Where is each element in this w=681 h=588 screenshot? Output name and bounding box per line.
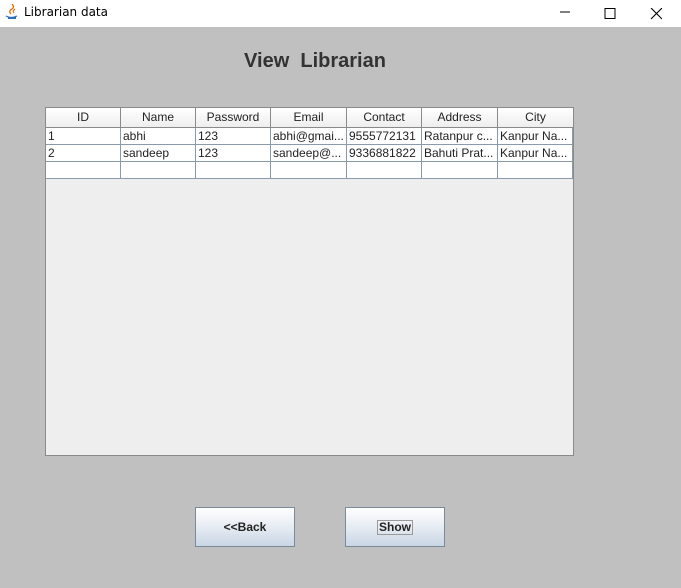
column-header-contact[interactable]: Contact [347, 108, 422, 127]
table-cell[interactable]: abhi [121, 128, 196, 144]
table-cell[interactable]: Kanpur Na... [498, 145, 573, 161]
table-cell[interactable]: sandeep@... [271, 145, 347, 161]
table-cell[interactable]: abhi@gmai... [271, 128, 347, 144]
column-header-id[interactable]: ID [46, 108, 121, 127]
close-button[interactable] [633, 0, 679, 27]
page-title: View Librarian [244, 50, 386, 72]
table-cell[interactable]: 123 [196, 145, 271, 161]
show-button[interactable]: Show [345, 507, 445, 547]
column-header-password[interactable]: Password [196, 108, 271, 127]
close-icon [650, 8, 662, 20]
table-cell[interactable]: Bahuti Prat... [422, 145, 498, 161]
column-header-city[interactable]: City [498, 108, 573, 127]
column-header-address[interactable]: Address [422, 108, 498, 127]
back-button-label: <<Back [223, 520, 267, 534]
maximize-icon [604, 8, 616, 19]
table-header: ID Name Password Email Contact Address C… [46, 108, 573, 128]
table-row[interactable]: 2 sandeep 123 sandeep@... 9336881822 Bah… [46, 145, 573, 162]
minimize-icon [560, 11, 570, 13]
show-button-label: Show [377, 519, 413, 535]
table-row[interactable]: 1 abhi 123 abhi@gmai... 9555772131 Ratan… [46, 128, 573, 145]
table-cell[interactable]: 1 [46, 128, 121, 144]
back-button[interactable]: <<Back [195, 507, 295, 547]
window-title: Librarian data [24, 5, 108, 19]
table-row[interactable] [46, 162, 573, 179]
table-cell[interactable] [271, 162, 347, 178]
table-cell[interactable]: 9555772131 [347, 128, 422, 144]
table-cell[interactable] [121, 162, 196, 178]
table-cell[interactable]: 123 [196, 128, 271, 144]
window-titlebar[interactable]: Librarian data [0, 0, 681, 27]
java-icon [5, 4, 18, 19]
table-cell[interactable]: 2 [46, 145, 121, 161]
table-cell[interactable] [347, 162, 422, 178]
table-cell[interactable]: Kanpur Na... [498, 128, 573, 144]
column-header-name[interactable]: Name [121, 108, 196, 127]
librarian-table-scrollpane[interactable]: ID Name Password Email Contact Address C… [45, 107, 574, 456]
table-body: 1 abhi 123 abhi@gmai... 9555772131 Ratan… [46, 128, 573, 179]
table-cell[interactable] [46, 162, 121, 178]
table-cell[interactable]: 9336881822 [347, 145, 422, 161]
column-header-email[interactable]: Email [271, 108, 347, 127]
table-cell[interactable] [498, 162, 573, 178]
table-cell[interactable]: sandeep [121, 145, 196, 161]
table-cell[interactable] [422, 162, 498, 178]
minimize-button[interactable] [542, 0, 588, 27]
table-cell[interactable] [196, 162, 271, 178]
maximize-button[interactable] [587, 0, 633, 27]
table-cell[interactable]: Ratanpur c... [422, 128, 498, 144]
